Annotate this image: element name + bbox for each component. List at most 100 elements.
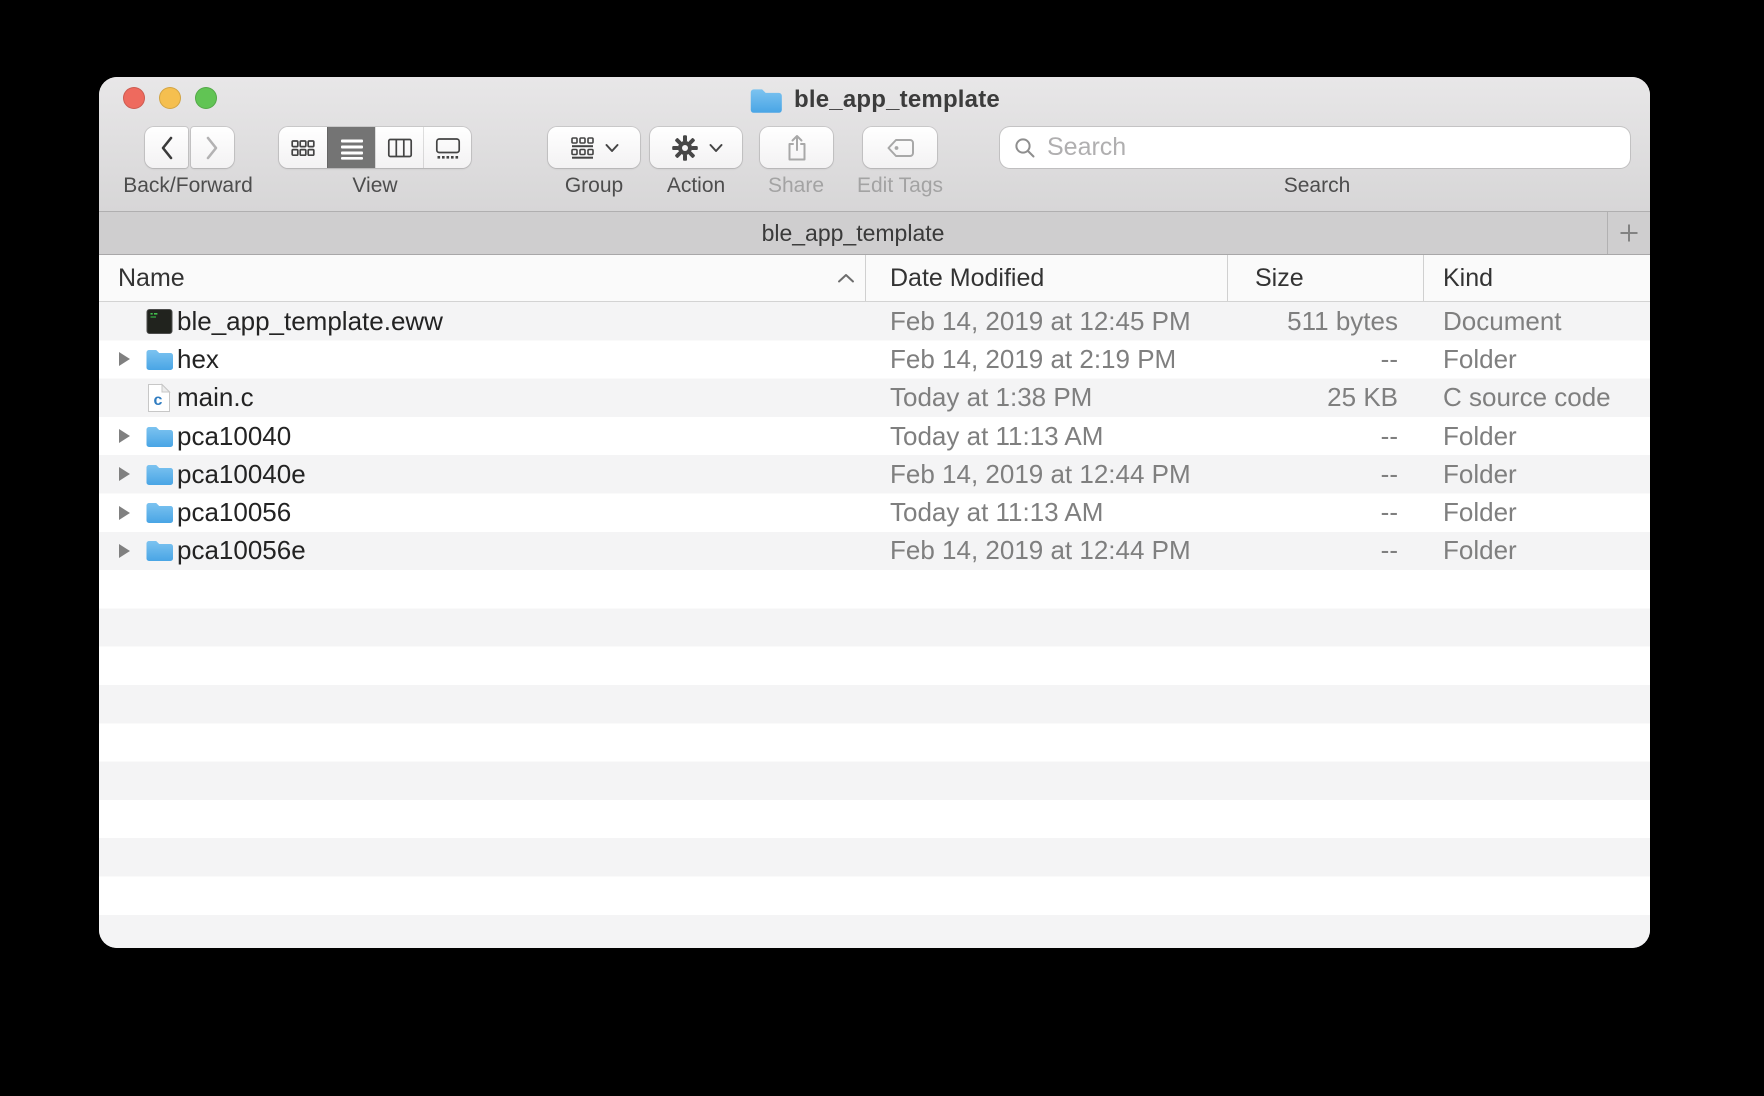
gear-icon: [670, 133, 700, 163]
column-view-icon: [387, 135, 413, 161]
gallery-view-button[interactable]: [423, 127, 471, 168]
table-row[interactable]: pca10040 Today at 11:13 AM -- Folder: [99, 417, 1650, 455]
search-input[interactable]: [1047, 133, 1618, 162]
file-kind: Folder: [1443, 417, 1517, 455]
folder-icon: [144, 536, 174, 566]
list-view-icon: [339, 135, 365, 161]
file-size: --: [1227, 417, 1398, 455]
navigation-buttons: [145, 127, 234, 168]
file-size: --: [1227, 455, 1398, 493]
folder-icon: [144, 459, 174, 489]
column-divider[interactable]: [1227, 255, 1228, 301]
folder-icon: [144, 344, 174, 374]
sort-ascending-icon: [837, 273, 855, 284]
file-kind: Folder: [1443, 532, 1517, 570]
table-row[interactable]: pca10056 Today at 11:13 AM -- Folder: [99, 493, 1650, 531]
disclosure-triangle-icon[interactable]: [119, 544, 130, 558]
table-row[interactable]: pca10040e Feb 14, 2019 at 12:44 PM -- Fo…: [99, 455, 1650, 493]
file-size: --: [1227, 532, 1398, 570]
file-name: main.c: [177, 379, 254, 417]
file-name: pca10040: [177, 417, 291, 455]
column-divider[interactable]: [1423, 255, 1424, 301]
disclosure-triangle-icon[interactable]: [119, 429, 130, 443]
c-source-icon: c: [144, 383, 174, 413]
window-chrome: ble_app_template: [99, 77, 1650, 212]
share-label: Share: [768, 174, 824, 198]
file-name: ble_app_template.eww: [177, 302, 443, 340]
finder-window: ble_app_template: [99, 77, 1650, 948]
file-date-modified: Today at 11:13 AM: [890, 493, 1103, 531]
column-view-button[interactable]: [375, 127, 423, 168]
disclosure-triangle-icon[interactable]: [119, 506, 130, 520]
disclosure-triangle-icon[interactable]: [119, 467, 130, 481]
edit-tags-label: Edit Tags: [857, 174, 943, 198]
tab-ble-app-template[interactable]: ble_app_template: [99, 212, 1607, 255]
search-icon: [1012, 135, 1038, 161]
action-button[interactable]: [650, 127, 742, 168]
forward-button[interactable]: [191, 127, 234, 168]
chevron-down-icon: [709, 143, 723, 153]
tab-label: ble_app_template: [762, 220, 945, 247]
file-date-modified: Feb 14, 2019 at 12:44 PM: [890, 455, 1191, 493]
file-kind: Document: [1443, 302, 1562, 340]
tab-bar: ble_app_template: [99, 212, 1650, 255]
file-name: pca10040e: [177, 455, 306, 493]
share-button[interactable]: [760, 127, 833, 168]
file-kind: C source code: [1443, 379, 1611, 417]
view-label: View: [352, 174, 397, 198]
back-button[interactable]: [145, 127, 188, 168]
group-label: Group: [565, 174, 623, 198]
folder-icon: [144, 421, 174, 451]
file-size: --: [1227, 340, 1398, 378]
table-row[interactable]: hex Feb 14, 2019 at 2:19 PM -- Folder: [99, 340, 1650, 378]
column-header-name[interactable]: Name: [118, 255, 185, 302]
file-kind: Folder: [1443, 340, 1517, 378]
file-name: hex: [177, 340, 219, 378]
tag-icon: [885, 136, 916, 160]
column-header-size[interactable]: Size: [1255, 255, 1304, 302]
page-title: ble_app_template: [794, 86, 1000, 114]
folder-icon: [144, 498, 174, 528]
plus-icon: [1618, 222, 1640, 244]
edit-tags-button[interactable]: [863, 127, 937, 168]
file-date-modified: Feb 14, 2019 at 12:44 PM: [890, 532, 1191, 570]
column-header-date-modified[interactable]: Date Modified: [890, 255, 1044, 302]
folder-icon: [749, 87, 783, 114]
file-size: 511 bytes: [1227, 302, 1398, 340]
search-field: [1000, 127, 1630, 168]
group-button[interactable]: [548, 127, 640, 168]
file-kind: Folder: [1443, 493, 1517, 531]
file-date-modified: Feb 14, 2019 at 12:45 PM: [890, 302, 1191, 340]
table-row[interactable]: ble_app_template.eww Feb 14, 2019 at 12:…: [99, 302, 1650, 340]
svg-text:c: c: [154, 392, 163, 409]
file-date-modified: Today at 11:13 AM: [890, 417, 1103, 455]
eww-document-icon: [144, 306, 174, 336]
file-list: ble_app_template.eww Feb 14, 2019 at 12:…: [99, 302, 1650, 948]
column-header-row: Name Date Modified Size Kind: [99, 255, 1650, 302]
table-row[interactable]: c main.c Today at 1:38 PM 25 KB C source…: [99, 379, 1650, 417]
action-label: Action: [667, 174, 725, 198]
chevron-left-icon: [159, 135, 174, 161]
title-bar: ble_app_template: [99, 85, 1650, 115]
search-label: Search: [1284, 174, 1351, 198]
gallery-view-icon: [435, 135, 461, 161]
file-size: 25 KB: [1227, 379, 1398, 417]
chevron-right-icon: [205, 135, 220, 161]
icon-view-icon: [290, 135, 316, 161]
chevron-down-icon: [605, 143, 619, 153]
back-forward-label: Back/Forward: [123, 174, 253, 198]
share-icon: [783, 133, 811, 163]
column-header-kind[interactable]: Kind: [1443, 255, 1493, 302]
group-icon: [569, 135, 596, 161]
new-tab-button[interactable]: [1608, 212, 1650, 254]
column-divider[interactable]: [865, 255, 866, 301]
view-mode-control: [279, 127, 471, 168]
list-view-button[interactable]: [327, 127, 375, 168]
icon-view-button[interactable]: [279, 127, 327, 168]
file-date-modified: Today at 1:38 PM: [890, 379, 1092, 417]
file-kind: Folder: [1443, 455, 1517, 493]
disclosure-triangle-icon[interactable]: [119, 352, 130, 366]
file-name: pca10056: [177, 493, 291, 531]
table-row[interactable]: pca10056e Feb 14, 2019 at 12:44 PM -- Fo…: [99, 532, 1650, 570]
file-date-modified: Feb 14, 2019 at 2:19 PM: [890, 340, 1176, 378]
